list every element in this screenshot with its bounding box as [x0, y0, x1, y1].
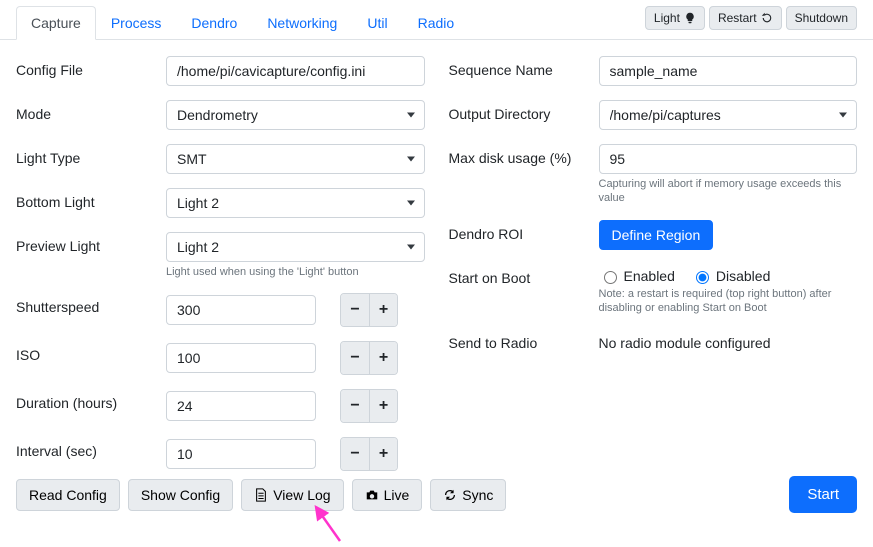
- file-icon: [254, 488, 268, 502]
- iso-input[interactable]: [166, 343, 316, 373]
- iso-label: ISO: [16, 341, 166, 363]
- duration-input[interactable]: [166, 391, 316, 421]
- tab-networking[interactable]: Networking: [252, 6, 352, 40]
- interval-label: Interval (sec): [16, 437, 166, 459]
- max-disk-help: Capturing will abort if memory usage exc…: [599, 177, 858, 206]
- bottom-light-select[interactable]: Light 2: [166, 188, 425, 218]
- preview-light-label: Preview Light: [16, 232, 166, 254]
- sequence-name-input[interactable]: [599, 56, 858, 86]
- tab-process[interactable]: Process: [96, 6, 177, 40]
- config-file-label: Config File: [16, 56, 166, 78]
- shutdown-button-label: Shutdown: [795, 11, 848, 25]
- shutterspeed-minus[interactable]: −: [341, 294, 369, 326]
- start-on-boot-enabled-option[interactable]: Enabled: [599, 268, 675, 284]
- start-on-boot-help: Note: a restart is required (top right b…: [599, 287, 858, 316]
- iso-minus[interactable]: −: [341, 342, 369, 374]
- tab-capture[interactable]: Capture: [16, 6, 96, 40]
- preview-light-select[interactable]: Light 2: [166, 232, 425, 262]
- shutterspeed-plus[interactable]: +: [369, 294, 397, 326]
- max-disk-input[interactable]: [599, 144, 858, 174]
- duration-label: Duration (hours): [16, 389, 166, 411]
- read-config-button[interactable]: Read Config: [16, 479, 120, 511]
- right-column: Sequence Name Output Directory /home/pi/…: [449, 56, 858, 485]
- sync-button[interactable]: Sync: [430, 479, 506, 511]
- left-column: Config File Mode Dendrometry Light Type …: [16, 56, 425, 485]
- send-to-radio-text: No radio module configured: [599, 335, 771, 351]
- duration-plus[interactable]: +: [369, 390, 397, 422]
- duration-minus[interactable]: −: [341, 390, 369, 422]
- start-on-boot-enabled-radio[interactable]: [604, 271, 617, 284]
- output-dir-select[interactable]: /home/pi/captures: [599, 100, 858, 130]
- restart-button[interactable]: Restart: [709, 6, 782, 30]
- view-log-button[interactable]: View Log: [241, 479, 343, 511]
- output-dir-label: Output Directory: [449, 100, 599, 122]
- light-button[interactable]: Light: [645, 6, 705, 30]
- show-config-button[interactable]: Show Config: [128, 479, 233, 511]
- restart-icon: [761, 12, 773, 24]
- tab-radio[interactable]: Radio: [403, 6, 470, 40]
- light-button-label: Light: [654, 11, 680, 25]
- interval-minus[interactable]: −: [341, 438, 369, 470]
- start-button[interactable]: Start: [789, 476, 857, 513]
- define-region-button[interactable]: Define Region: [599, 220, 714, 250]
- light-type-select[interactable]: SMT: [166, 144, 425, 174]
- tab-util[interactable]: Util: [352, 6, 402, 40]
- dendro-roi-label: Dendro ROI: [449, 220, 599, 242]
- bottom-light-label: Bottom Light: [16, 188, 166, 210]
- tab-dendro[interactable]: Dendro: [176, 6, 252, 40]
- light-type-label: Light Type: [16, 144, 166, 166]
- top-actions: Light Restart Shutdown: [645, 6, 857, 36]
- iso-plus[interactable]: +: [369, 342, 397, 374]
- interval-input[interactable]: [166, 439, 316, 469]
- start-on-boot-disabled-option[interactable]: Disabled: [691, 268, 770, 284]
- start-on-boot-label: Start on Boot: [449, 264, 599, 286]
- preview-light-help: Light used when using the 'Light' button: [166, 265, 425, 279]
- send-to-radio-label: Send to Radio: [449, 329, 599, 351]
- shutterspeed-label: Shutterspeed: [16, 293, 166, 315]
- sequence-name-label: Sequence Name: [449, 56, 599, 78]
- restart-button-label: Restart: [718, 11, 757, 25]
- config-file-input[interactable]: [166, 56, 425, 86]
- shutdown-button[interactable]: Shutdown: [786, 6, 857, 30]
- mode-label: Mode: [16, 100, 166, 122]
- shutterspeed-input[interactable]: [166, 295, 316, 325]
- interval-plus[interactable]: +: [369, 438, 397, 470]
- lightbulb-icon: [684, 12, 696, 24]
- sync-icon: [443, 488, 457, 502]
- tab-bar: Capture Process Dendro Networking Util R…: [16, 6, 469, 39]
- camera-icon: [365, 488, 379, 502]
- start-on-boot-disabled-radio[interactable]: [696, 271, 709, 284]
- live-button[interactable]: Live: [352, 479, 423, 511]
- mode-select[interactable]: Dendrometry: [166, 100, 425, 130]
- max-disk-label: Max disk usage (%): [449, 144, 599, 166]
